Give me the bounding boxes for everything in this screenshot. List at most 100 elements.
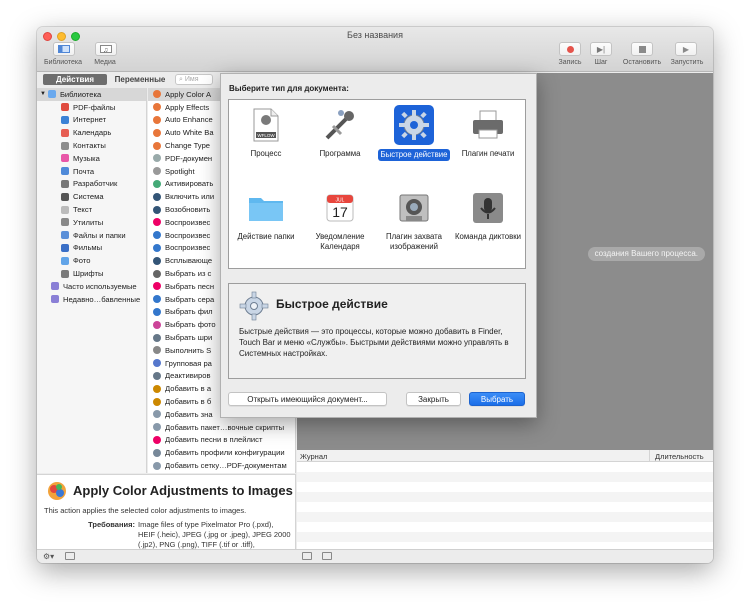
action-label: Auto Enhance: [165, 115, 213, 125]
action-item[interactable]: Добавить песни в плейлист: [148, 434, 295, 447]
action-label: Auto White Ba: [165, 128, 214, 138]
library-category-item[interactable]: Фото: [37, 254, 146, 267]
action-label: Воспроизвес: [165, 217, 211, 227]
action-icon: [153, 167, 161, 176]
workflow-hint: создания Вашего процесса.: [587, 247, 705, 261]
category-icon: [61, 103, 69, 112]
stop-button[interactable]: [631, 42, 653, 56]
media-label: Медиа: [94, 59, 116, 66]
category-label: Интернет: [73, 115, 107, 125]
type-calendar-alarm[interactable]: JUL 17 Уведомление Календаря: [303, 188, 377, 251]
action-label: Spotlight: [165, 166, 195, 176]
library-category-item[interactable]: Интернет: [37, 114, 146, 127]
library-category-item[interactable]: Музыка: [37, 152, 146, 165]
library-folder-icon: [47, 90, 56, 99]
action-label: Добавить профили конфигурации: [165, 448, 285, 458]
close-button[interactable]: Закрыть: [406, 392, 461, 406]
smart-group-item[interactable]: Часто используемые: [37, 280, 146, 293]
action-item[interactable]: Добавить профили конфигурации: [148, 446, 295, 459]
media-button[interactable]: ♫: [95, 42, 117, 56]
library-category-item[interactable]: Система: [37, 190, 146, 203]
type-image-capture-plugin[interactable]: Плагин захвата изображений: [377, 188, 451, 251]
journal-column-header[interactable]: Журнал: [300, 452, 327, 461]
library-category-item[interactable]: Утилиты: [37, 216, 146, 229]
action-label: Групповая ра: [165, 358, 212, 368]
category-label: Фото: [73, 256, 91, 266]
type-label: Процесс: [250, 149, 282, 158]
split-view-icon[interactable]: [322, 552, 332, 560]
log-row: [297, 472, 713, 482]
pixelmator-icon: [48, 482, 66, 500]
action-icon: [153, 243, 161, 252]
action-item[interactable]: Добавить сетку…PDF-документам: [148, 459, 295, 472]
type-print-plugin[interactable]: Плагин печати: [451, 105, 525, 159]
step-button[interactable]: ▶|: [590, 42, 612, 56]
library-category-item[interactable]: Почта: [37, 165, 146, 178]
category-icon: [61, 179, 69, 188]
type-folder-action[interactable]: Действие папки: [229, 188, 303, 242]
disclosure-triangle-icon[interactable]: ▼: [40, 91, 46, 97]
action-label: Возобновить: [165, 205, 211, 215]
music-note-icon: ♫: [100, 45, 112, 53]
library-category-item[interactable]: Файлы и папки: [37, 229, 146, 242]
titlebar: Без названия Библиотека ♫ Медиа Запись ▶…: [37, 27, 713, 72]
run-button[interactable]: ▶: [675, 42, 697, 56]
library-root-item[interactable]: ▼ Библиотека: [37, 88, 146, 101]
smart-group-label: Недавно…бавленные: [63, 294, 141, 304]
library-category-item[interactable]: Контакты: [37, 139, 146, 152]
category-label: Шрифты: [73, 269, 104, 279]
smart-folder-icon: [51, 295, 59, 304]
record-button[interactable]: [559, 42, 581, 56]
category-icon: [61, 192, 69, 201]
action-icon: [153, 269, 161, 278]
log-row: [297, 482, 713, 492]
category-icon: [61, 218, 69, 227]
library-category-item[interactable]: Текст: [37, 203, 146, 216]
library-category-item[interactable]: PDF-файлы: [37, 101, 146, 114]
type-quick-action[interactable]: Быстрое действие: [377, 105, 451, 161]
action-icon: [153, 461, 161, 470]
library-list: ▼ Библиотека PDF-файлы Интернет Календарь Кон…: [37, 88, 147, 473]
category-label: PDF-файлы: [73, 102, 116, 112]
action-icon: [153, 282, 161, 291]
library-category-item[interactable]: Шрифты: [37, 267, 146, 280]
action-icon: [153, 218, 161, 227]
library-category-item[interactable]: Календарь: [37, 126, 146, 139]
library-search-input[interactable]: ⌕ Имя: [175, 74, 213, 85]
log-row: [297, 522, 713, 532]
open-existing-button[interactable]: Открыть имеющийся документ...: [228, 392, 387, 406]
gear-menu-icon[interactable]: ⚙▾: [43, 552, 54, 561]
record-label: Запись: [558, 59, 582, 66]
type-label: Быстрое действие: [377, 149, 451, 161]
library-icon: [58, 45, 70, 53]
document-type-dialog: Выберите тип для документа: WFLOW Процес…: [220, 73, 537, 418]
action-label: Change Type: [165, 141, 211, 151]
library-label: Библиотека: [43, 59, 83, 66]
action-summary: This action applies the selected color a…: [44, 506, 247, 515]
category-label: Система: [73, 192, 104, 202]
action-icon: [153, 192, 161, 201]
library-category-item[interactable]: Фильмы: [37, 242, 146, 255]
smart-group-item[interactable]: Недавно…бавленные: [37, 293, 146, 306]
type-dictation-command[interactable]: Команда диктовки: [451, 188, 525, 242]
stop-icon: [638, 45, 646, 53]
list-view-icon[interactable]: [302, 552, 312, 560]
tab-variables[interactable]: Переменные: [109, 74, 171, 85]
library-toggle-button[interactable]: [53, 42, 75, 56]
type-application[interactable]: Программа: [303, 105, 377, 159]
library-category-item[interactable]: Разработчик: [37, 178, 146, 191]
category-icon: [61, 256, 69, 265]
description-toggle-icon[interactable]: [65, 552, 75, 560]
run-label: Запустить: [670, 59, 704, 66]
type-workflow[interactable]: WFLOW Процесс: [229, 105, 303, 159]
category-icon: [61, 205, 69, 214]
log-row: [297, 512, 713, 522]
stop-label: Остановить: [622, 59, 662, 66]
choose-button[interactable]: Выбрать: [469, 392, 525, 406]
action-description-pane: Apply Color Adjustments to Images This a…: [37, 474, 296, 549]
tab-actions[interactable]: Действия: [43, 74, 107, 85]
action-label: Добавить песни в плейлист: [165, 435, 263, 445]
action-icon: [153, 397, 161, 406]
action-item[interactable]: Добавить пакет…вочные скрипты: [148, 421, 295, 434]
duration-column-header[interactable]: Длительность: [655, 452, 704, 461]
